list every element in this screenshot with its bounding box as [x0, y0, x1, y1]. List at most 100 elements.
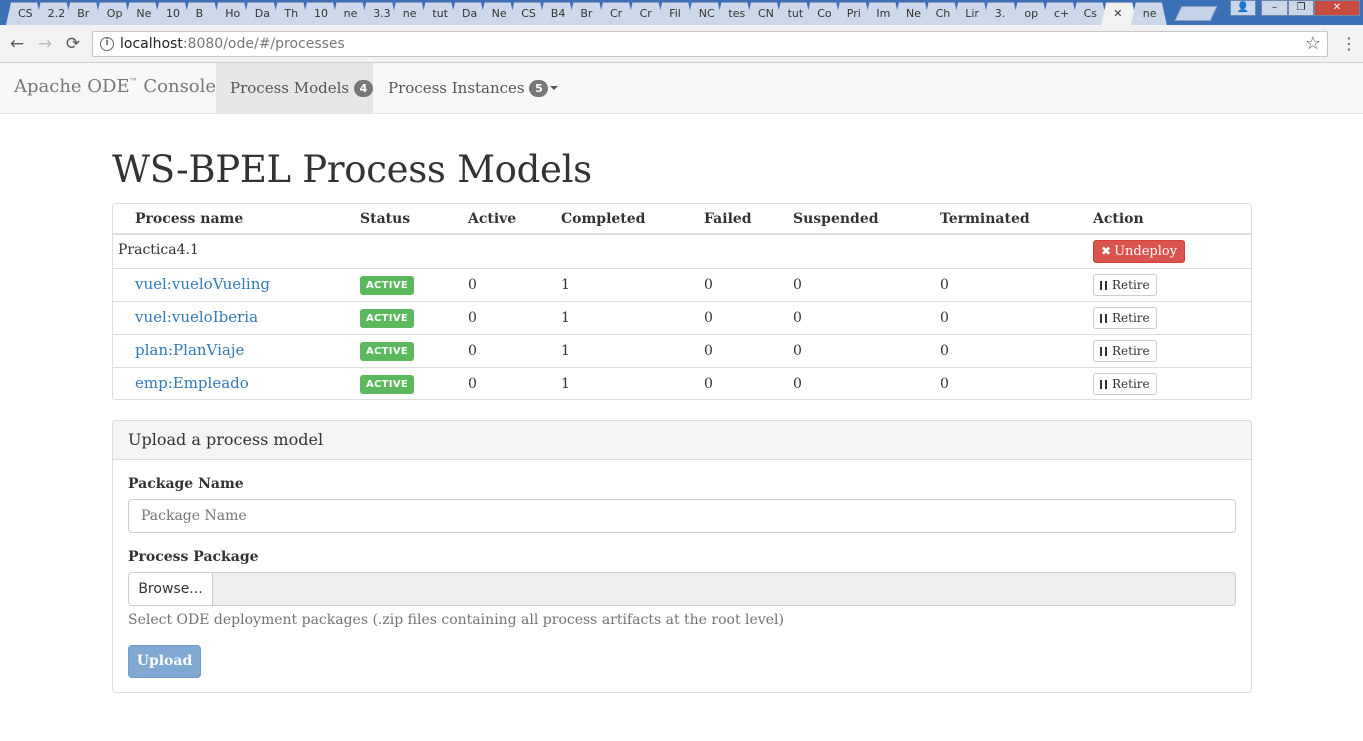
retire-button[interactable]: Retire	[1093, 274, 1157, 296]
retire-button[interactable]: Retire	[1093, 373, 1157, 395]
process-name-link[interactable]: vuel:vueloIberia	[135, 308, 258, 326]
header-failed: Failed	[704, 211, 752, 227]
package-name: Practica4.1	[118, 242, 199, 258]
new-tab-button[interactable]	[1174, 6, 1218, 21]
tab-title: ne	[402, 7, 417, 20]
tab-title: ne	[1142, 7, 1157, 20]
suspended-count: 0	[793, 376, 802, 392]
failed-count: 0	[704, 376, 713, 392]
nav-process-models-label: Process Models	[230, 79, 350, 97]
upload-panel-title: Upload a process model	[128, 430, 324, 449]
retire-button[interactable]: Retire	[1093, 307, 1157, 329]
nav-process-models[interactable]: Process Models 4	[216, 63, 373, 113]
retire-label: Retire	[1112, 377, 1150, 391]
brand-link[interactable]: Apache ODE™ Console	[14, 76, 216, 97]
pause-icon	[1100, 347, 1107, 356]
tab-title: 3.	[994, 7, 1006, 20]
tab-title: Co	[817, 7, 832, 20]
tab-title: CN	[758, 7, 774, 20]
retire-button[interactable]: Retire	[1093, 340, 1157, 362]
nav-process-instances[interactable]: Process Instances 5	[374, 63, 559, 113]
info-icon[interactable]: i	[100, 37, 114, 51]
completed-count: 1	[561, 376, 570, 392]
back-icon[interactable]: ←	[7, 34, 27, 54]
tab-title: CS	[18, 7, 33, 20]
browser-tab-strip: CS 2.2 Br Op Ne 10 B Ho Da Th 10 ne 3.3 ne tut Da Ne CS B4…	[0, 0, 1363, 25]
tab-title: tes	[728, 7, 746, 20]
address-bar: ← → ⟳ i localhost:8080/ode/#/processes ☆…	[0, 25, 1363, 63]
header-terminated: Terminated	[940, 211, 1030, 227]
failed-count: 0	[704, 277, 713, 293]
header-suspended: Suspended	[793, 211, 879, 227]
caret-down-icon	[550, 86, 559, 90]
process-name-link[interactable]: emp:Empleado	[135, 374, 249, 392]
brand-name: Apache ODE	[14, 76, 130, 97]
active-count: 0	[468, 343, 477, 359]
tab-title: Ch	[935, 7, 951, 20]
process-package-label: Process Package	[128, 549, 259, 565]
page-title: WS-BPEL Process Models	[112, 148, 592, 191]
profile-icon[interactable]: 👤	[1230, 0, 1256, 16]
header-status: Status	[360, 211, 411, 227]
tab-title: NC	[698, 7, 715, 20]
tab-title: Cr	[610, 7, 623, 20]
window-close-button[interactable]: ✕	[1314, 0, 1360, 16]
tab-title: 2.2	[47, 7, 66, 20]
tab-title: Br	[580, 7, 593, 20]
undeploy-button[interactable]: ✖ Undeploy	[1093, 240, 1186, 263]
tab-title: B4	[550, 7, 566, 20]
tab-title: Pri	[846, 7, 861, 20]
package-name-input[interactable]	[128, 499, 1236, 533]
package-row: Practica4.1 ✖ Undeploy	[113, 235, 1251, 268]
table-header: Process name Status Active Completed Fai…	[113, 204, 1251, 235]
completed-count: 1	[561, 310, 570, 326]
process-name-link[interactable]: vuel:vueloVueling	[135, 275, 270, 293]
tab-title: tut	[432, 7, 448, 20]
process-instances-count-badge: 5	[529, 80, 549, 97]
status-badge: ACTIVE	[360, 342, 414, 361]
package-name-label: Package Name	[128, 476, 244, 492]
header-completed: Completed	[561, 211, 646, 227]
minimize-button[interactable]: –	[1261, 0, 1288, 16]
tab-title: 10	[314, 7, 328, 20]
reload-icon[interactable]: ⟳	[63, 34, 83, 54]
tab-title: Ho	[225, 7, 241, 20]
upload-panel-heading: Upload a process model	[113, 421, 1251, 460]
url-input[interactable]: i localhost:8080/ode/#/processes ☆	[92, 31, 1328, 57]
table-row: vuel:vueloIberia ACTIVE 0 1 0 0 0 Retire	[113, 301, 1251, 334]
terminated-count: 0	[940, 343, 949, 359]
failed-count: 0	[704, 343, 713, 359]
forward-icon[interactable]: →	[35, 34, 55, 54]
suspended-count: 0	[793, 277, 802, 293]
selected-file-display[interactable]	[212, 572, 1236, 606]
terminated-count: 0	[940, 277, 949, 293]
maximize-button[interactable]: ❐	[1288, 0, 1314, 16]
tab-title: Fil	[669, 7, 681, 20]
completed-count: 1	[561, 343, 570, 359]
browse-button[interactable]: Browse...	[128, 572, 213, 606]
bookmark-star-icon[interactable]: ☆	[1305, 33, 1321, 54]
tab-close-icon[interactable]: ✕	[1113, 7, 1131, 20]
active-count: 0	[468, 310, 477, 326]
upload-button[interactable]: Upload	[128, 645, 201, 678]
terminated-count: 0	[940, 310, 949, 326]
terminated-count: 0	[940, 376, 949, 392]
upload-help-text: Select ODE deployment packages (.zip fil…	[128, 612, 784, 628]
process-models-count-badge: 4	[353, 80, 373, 97]
browser-tab[interactable]: ne	[1130, 2, 1167, 25]
tab-title: Ne	[491, 7, 507, 20]
table-row: emp:Empleado ACTIVE 0 1 0 0 0 Retire	[113, 367, 1251, 400]
suspended-count: 0	[793, 343, 802, 359]
browser-menu-icon[interactable]: ⋮	[1341, 34, 1357, 54]
process-name-link[interactable]: plan:PlanViaje	[135, 341, 244, 359]
brand-suffix: Console	[137, 76, 217, 97]
file-input-group: Browse...	[128, 572, 1236, 606]
url-text: localhost:8080/ode/#/processes	[120, 36, 345, 52]
process-table: Process name Status Active Completed Fai…	[112, 203, 1252, 400]
url-path: :8080/ode/#/processes	[182, 36, 345, 52]
retire-label: Retire	[1112, 311, 1150, 325]
tab-title: ne	[343, 7, 358, 20]
tab-title: Br	[77, 7, 90, 20]
url-host: localhost	[120, 36, 183, 52]
suspended-count: 0	[793, 310, 802, 326]
